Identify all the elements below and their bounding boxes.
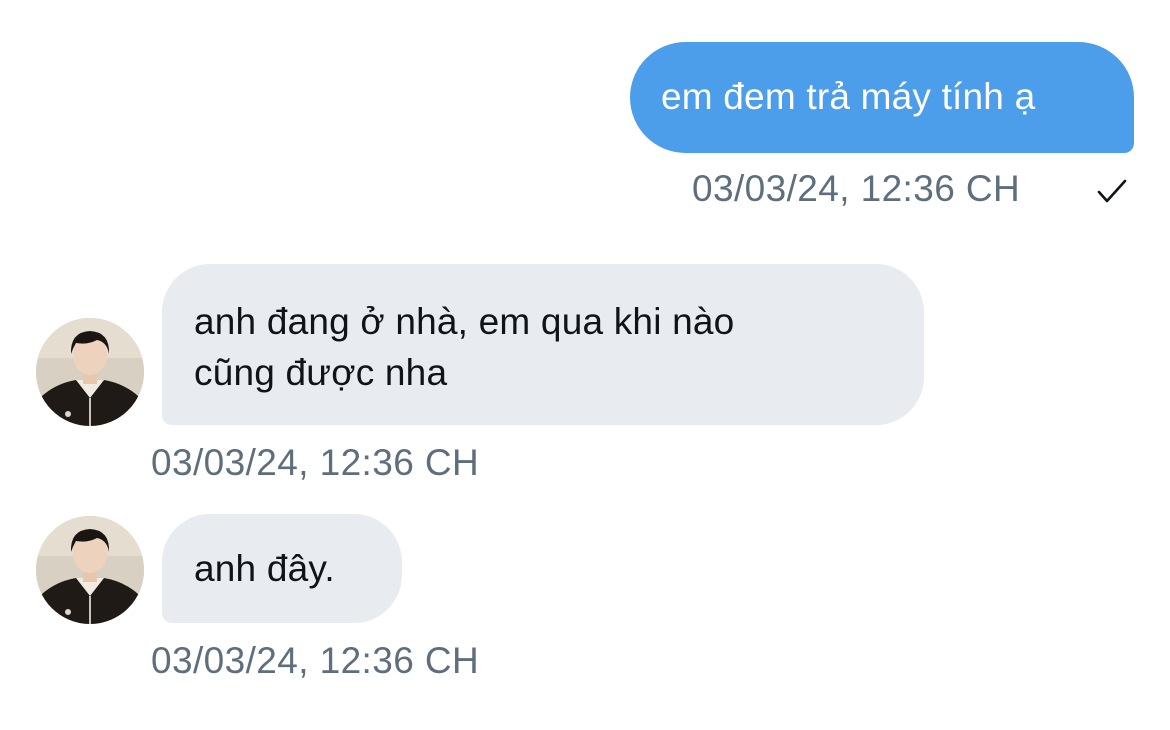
contact-avatar[interactable] bbox=[36, 516, 144, 624]
message-text-line: em đem trả máy tính ạ bbox=[661, 76, 1036, 117]
message-timestamp: 03/03/24, 12:36 CH bbox=[692, 168, 1021, 209]
message-timestamp: 03/03/24, 12:36 CH bbox=[151, 442, 480, 483]
contact-avatar[interactable] bbox=[36, 318, 144, 426]
check-icon bbox=[1097, 179, 1127, 203]
message-text-line: anh đang ở nhà, em qua khi nào bbox=[194, 301, 735, 342]
message-text-line: cũng được nha bbox=[194, 352, 448, 393]
person-photo-icon bbox=[36, 516, 144, 624]
message-text-line: anh đây. bbox=[194, 548, 335, 589]
message-timestamp: 03/03/24, 12:36 CH bbox=[151, 640, 480, 681]
message-bubble-sent[interactable]: em đem trả máy tính ạ bbox=[630, 42, 1134, 153]
person-photo-icon bbox=[36, 318, 144, 426]
message-bubble-received[interactable]: anh đây. bbox=[162, 514, 402, 623]
message-bubble-received[interactable]: anh đang ở nhà, em qua khi nào cũng được… bbox=[162, 264, 924, 425]
